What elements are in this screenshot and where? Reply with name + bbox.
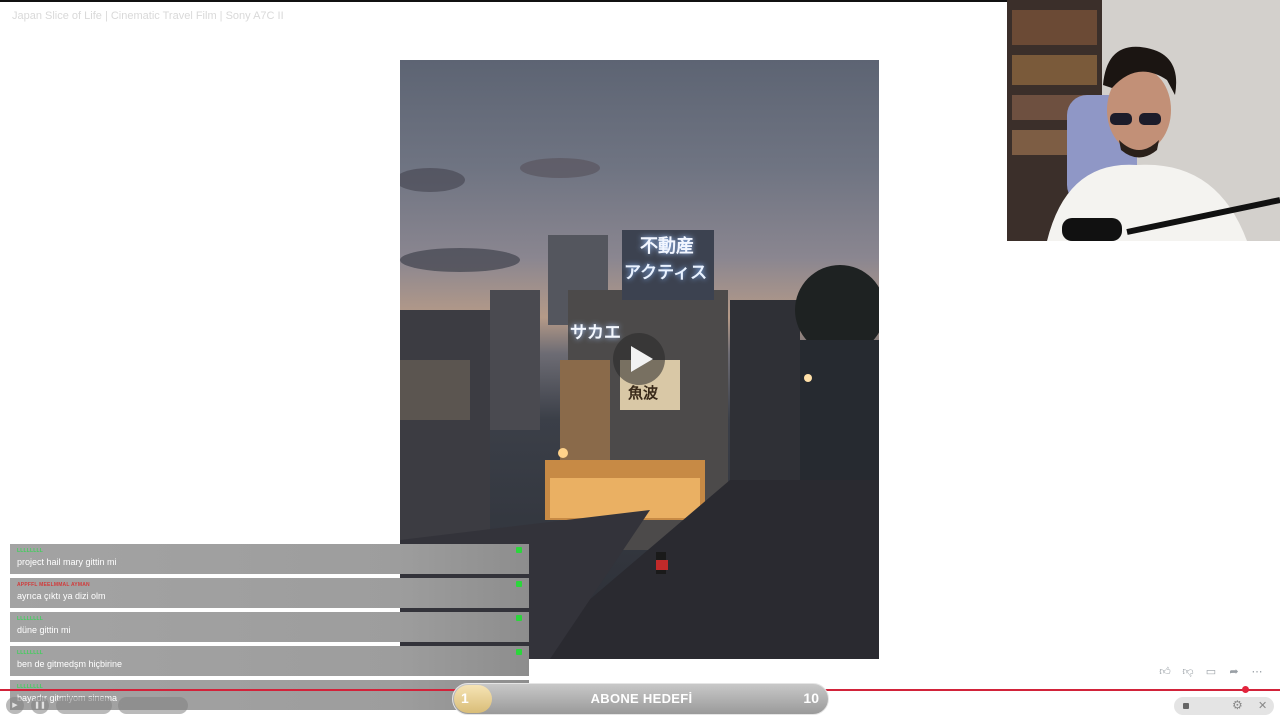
stream-controls: ⚙ ✕ [1174, 697, 1274, 715]
chat-text: düne gittin mi [17, 625, 71, 635]
progress-scrubber[interactable] [1242, 686, 1249, 693]
more-icon[interactable]: ⋯ [1250, 665, 1264, 679]
chat-message: LLLLLLLL ben de gitmedşm hiçbirine [10, 646, 529, 676]
video-title: Japan Slice of Life | Cinematic Travel F… [12, 10, 284, 22]
chat-text: ben de gitmedşm hiçbirine [17, 659, 123, 669]
comment-icon[interactable]: ▭ [1204, 665, 1218, 679]
subscriber-goal-bar: 1 ABONE HEDEFİ 10 [452, 683, 829, 715]
chat-message: LLLLLLLL project hail mary gittin mi [10, 544, 529, 574]
chat-username: LLLLLLLL [17, 548, 44, 554]
chat-message: APPFFL MEELMMAL AYMAN ayrıca çıktı ya di… [10, 578, 529, 608]
play-button[interactable] [613, 333, 665, 385]
shop-sign: 魚波 [628, 384, 659, 402]
reaction-bar: 👍︎ 👎︎ ▭ ➦ ⋯ [1158, 662, 1274, 678]
webcam-feed [1007, 0, 1280, 241]
chat-username: LLLLLLLL [17, 650, 44, 656]
pause-control-button[interactable]: ❚❚ [31, 697, 49, 714]
verified-icon [516, 581, 522, 587]
chat-text: ayrıca çıktı ya dizi olm [17, 591, 106, 601]
close-icon[interactable]: ✕ [1258, 699, 1267, 712]
control-pill[interactable] [56, 697, 112, 714]
chat-message: LLLLLLLL düne gittin mi [10, 612, 529, 642]
verified-icon [516, 547, 522, 553]
chat-username: APPFFL MEELMMAL AYMAN [17, 582, 90, 588]
neon-sign-top: 不動産 [640, 236, 694, 257]
gear-icon[interactable]: ⚙ [1232, 698, 1243, 712]
thumbs-down-icon[interactable]: 👎︎ [1181, 665, 1195, 679]
thumbs-up-icon[interactable]: 👍︎ [1158, 665, 1172, 679]
pause-icon: ❚❚ [34, 702, 46, 709]
goal-label: ABONE HEDEFİ [590, 691, 693, 706]
play-control-button[interactable]: ▶ [6, 697, 24, 714]
chat-text: project hail mary gittin mi [17, 557, 117, 567]
goal-max: 10 [803, 690, 819, 706]
play-icon [631, 346, 653, 372]
chat-username: LLLLLLLL [17, 616, 44, 622]
verified-icon [516, 615, 522, 621]
control-pill[interactable] [118, 697, 188, 714]
play-icon: ▶ [12, 702, 18, 709]
stop-icon[interactable] [1183, 703, 1189, 709]
verified-icon [516, 649, 522, 655]
neon-sign-middle: アクティス [624, 263, 708, 283]
share-icon[interactable]: ➦ [1227, 665, 1241, 679]
neon-sign-lower: サカエ [570, 323, 621, 343]
